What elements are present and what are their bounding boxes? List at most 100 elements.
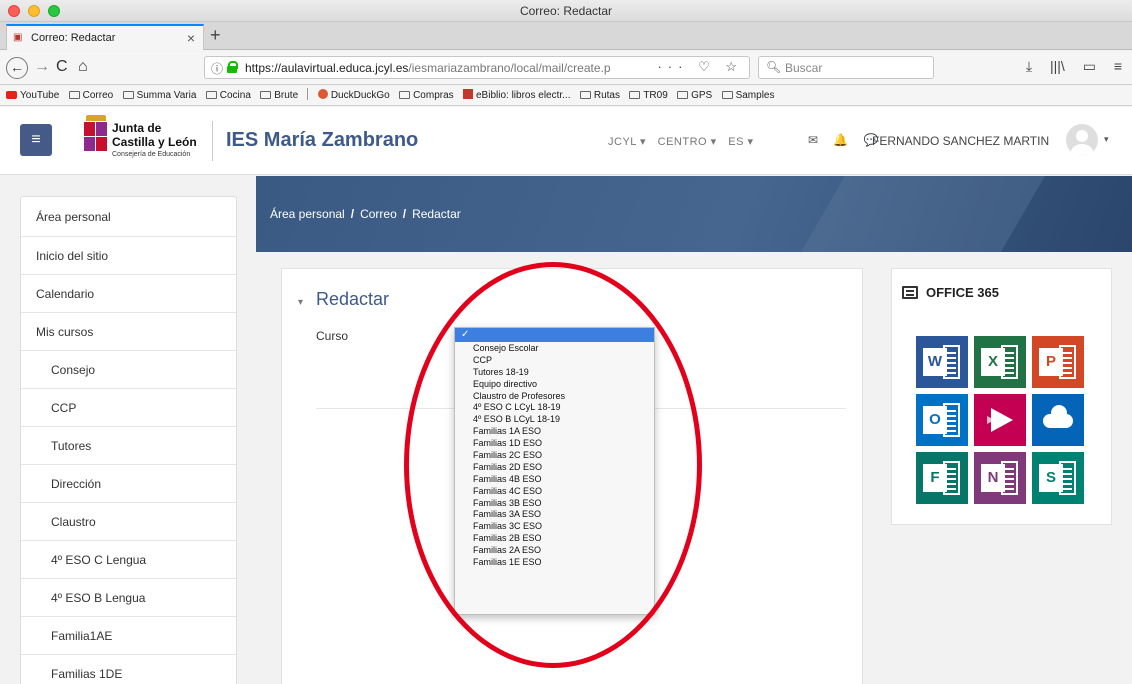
- sidebar-item-4eso-b[interactable]: 4º ESO B Lengua: [21, 579, 236, 617]
- selected-option-check[interactable]: ✓: [455, 328, 654, 342]
- search-bar[interactable]: 🔍︎ Buscar: [758, 56, 934, 79]
- excel-icon[interactable]: X: [974, 336, 1026, 388]
- hamburger-menu-icon[interactable]: ≡: [1114, 58, 1122, 74]
- site-header: ≡ Junta de Castilla y León Consejería de…: [0, 107, 1132, 175]
- course-option[interactable]: Familias 1D ESO: [455, 437, 654, 449]
- word-icon[interactable]: W: [916, 336, 968, 388]
- onenote-icon[interactable]: N: [974, 452, 1026, 504]
- course-option[interactable]: Claustro de Profesores: [455, 390, 654, 402]
- course-option[interactable]: Familias 3C ESO: [455, 520, 654, 532]
- course-option[interactable]: Familias 2B ESO: [455, 532, 654, 544]
- close-icon[interactable]: ×: [187, 30, 195, 46]
- site-name[interactable]: IES María Zambrano: [226, 129, 418, 152]
- bookmark-label: TR09: [643, 90, 668, 101]
- header-menus: JCYL ▾ CENTRO ▾ ES ▾: [608, 135, 762, 148]
- bookmark-label: eBiblio: libros electr...: [476, 90, 571, 101]
- course-option[interactable]: Familias 2A ESO: [455, 544, 654, 556]
- breadcrumb-area-personal[interactable]: Área personal: [270, 207, 345, 221]
- course-select-dropdown[interactable]: ✓ Consejo Escolar CCP Tutores 18-19 Equi…: [454, 327, 655, 615]
- library-icon[interactable]: |||\: [1050, 58, 1065, 74]
- youtube-icon: [6, 91, 17, 99]
- back-button[interactable]: ←: [6, 57, 28, 79]
- powerpoint-icon[interactable]: P: [1032, 336, 1084, 388]
- url-text[interactable]: https://aulavirtual.educa.jcyl.es/iesmar…: [245, 61, 665, 75]
- junta-logo[interactable]: Junta de Castilla y León Consejería de E…: [80, 115, 210, 169]
- course-option[interactable]: Familias 1E ESO: [455, 556, 654, 568]
- envelope-icon[interactable]: ✉: [808, 133, 818, 147]
- bookmark-cocina[interactable]: Cocina: [205, 86, 251, 105]
- bookmark-tr09[interactable]: TR09: [629, 86, 668, 105]
- sidebar-item-inicio[interactable]: Inicio del sitio: [21, 237, 236, 275]
- course-option[interactable]: Equipo directivo: [455, 378, 654, 390]
- sidebar-item-calendario[interactable]: Calendario: [21, 275, 236, 313]
- course-option[interactable]: CCP: [455, 354, 654, 366]
- bookmark-label: GPS: [691, 90, 713, 101]
- sidebar-item-claustro[interactable]: Claustro: [21, 503, 236, 541]
- breadcrumb-correo[interactable]: Correo: [360, 207, 397, 221]
- downloads-icon[interactable]: ⤓: [1026, 58, 1032, 74]
- new-tab-button[interactable]: +: [210, 25, 221, 46]
- sidebar-item-tutores[interactable]: Tutores: [21, 427, 236, 465]
- sidebar-item-familia1ae[interactable]: Familia1AE: [21, 617, 236, 655]
- page-title[interactable]: Redactar: [316, 289, 389, 310]
- folder-icon: [68, 91, 80, 99]
- office-title: OFFICE 365: [926, 285, 999, 300]
- bookmark-samples[interactable]: Samples: [721, 86, 774, 105]
- sidebar-item-familias1de[interactable]: Familias 1DE: [21, 655, 236, 684]
- collapse-caret-icon[interactable]: ▾: [298, 297, 303, 308]
- sidebar-item-consejo[interactable]: Consejo: [21, 351, 236, 389]
- onedrive-icon[interactable]: [1032, 394, 1084, 446]
- sidebar-item-direccion[interactable]: Dirección: [21, 465, 236, 503]
- course-option[interactable]: Consejo Escolar: [455, 342, 654, 354]
- course-option[interactable]: Familias 4B ESO: [455, 473, 654, 485]
- menu-centro[interactable]: CENTRO ▾: [658, 136, 717, 148]
- avatar[interactable]: [1066, 124, 1098, 156]
- bookmark-youtube[interactable]: YouTube: [6, 86, 59, 105]
- course-option[interactable]: Familias 3B ESO: [455, 497, 654, 509]
- course-option[interactable]: Familias 2C ESO: [455, 449, 654, 461]
- stream-icon[interactable]: [974, 394, 1026, 446]
- bell-icon[interactable]: 🔔: [833, 133, 848, 147]
- nav-drawer-button[interactable]: ≡: [20, 124, 52, 156]
- tab-bar: ▣ Correo: Redactar × +: [0, 22, 1132, 50]
- course-option[interactable]: 4º ESO B LCyL 18-19: [455, 413, 654, 425]
- chevron-down-icon[interactable]: ▾: [1104, 134, 1109, 145]
- page-actions-icons[interactable]: ··· ♡ ☆: [657, 59, 743, 75]
- bookmark-duckduckgo[interactable]: DuckDuckGo: [317, 86, 390, 105]
- forward-button[interactable]: →: [34, 57, 50, 77]
- url-bar[interactable]: ⓘ https://aulavirtual.educa.jcyl.es/iesm…: [204, 56, 750, 79]
- course-option[interactable]: Familias 1A ESO: [455, 425, 654, 437]
- home-button[interactable]: ⌂: [78, 57, 88, 77]
- bookmark-compras[interactable]: Compras: [399, 86, 454, 105]
- logo-line-1: Junta de: [112, 121, 162, 135]
- tab-correo-redactar[interactable]: ▣ Correo: Redactar ×: [6, 24, 204, 50]
- sidebar-item-4eso-c[interactable]: 4º ESO C Lengua: [21, 541, 236, 579]
- sidebar-item-area-personal[interactable]: Área personal: [21, 197, 236, 237]
- sidebar-toggle-icon[interactable]: ▭: [1083, 58, 1096, 74]
- bookmark-correo[interactable]: Correo: [68, 86, 113, 105]
- list-icon: [902, 286, 918, 299]
- sway-icon[interactable]: S: [1032, 452, 1084, 504]
- course-option[interactable]: Familias 4C ESO: [455, 485, 654, 497]
- folder-icon: [579, 91, 591, 99]
- reload-button[interactable]: C: [56, 57, 68, 77]
- bookmark-gps[interactable]: GPS: [677, 86, 713, 105]
- sidebar-item-mis-cursos[interactable]: Mis cursos: [21, 313, 236, 351]
- navigation-toolbar: ← → C ⌂ ⓘ https://aulavirtual.educa.jcyl…: [0, 51, 1132, 85]
- course-option[interactable]: Tutores 18-19: [455, 366, 654, 378]
- course-option[interactable]: Familias 3A ESO: [455, 508, 654, 520]
- bookmark-rutas[interactable]: Rutas: [579, 86, 620, 105]
- course-option[interactable]: Familias 2D ESO: [455, 461, 654, 473]
- sidebar-item-ccp[interactable]: CCP: [21, 389, 236, 427]
- bookmark-ebiblio[interactable]: eBiblio: libros electr...: [463, 86, 571, 105]
- bookmark-summa-varia[interactable]: Summa Varia: [122, 86, 196, 105]
- course-option[interactable]: 4º ESO C LCyL 18-19: [455, 401, 654, 413]
- bookmark-brute[interactable]: Brute: [260, 86, 298, 105]
- lock-icon[interactable]: [227, 61, 238, 73]
- user-name[interactable]: FERNANDO SANCHEZ MARTIN: [872, 134, 1049, 148]
- menu-language[interactable]: ES ▾: [728, 136, 753, 148]
- forms-icon[interactable]: F: [916, 452, 968, 504]
- menu-jcyl[interactable]: JCYL ▾: [608, 136, 646, 148]
- outlook-icon[interactable]: O: [916, 394, 968, 446]
- info-icon[interactable]: ⓘ: [211, 60, 223, 77]
